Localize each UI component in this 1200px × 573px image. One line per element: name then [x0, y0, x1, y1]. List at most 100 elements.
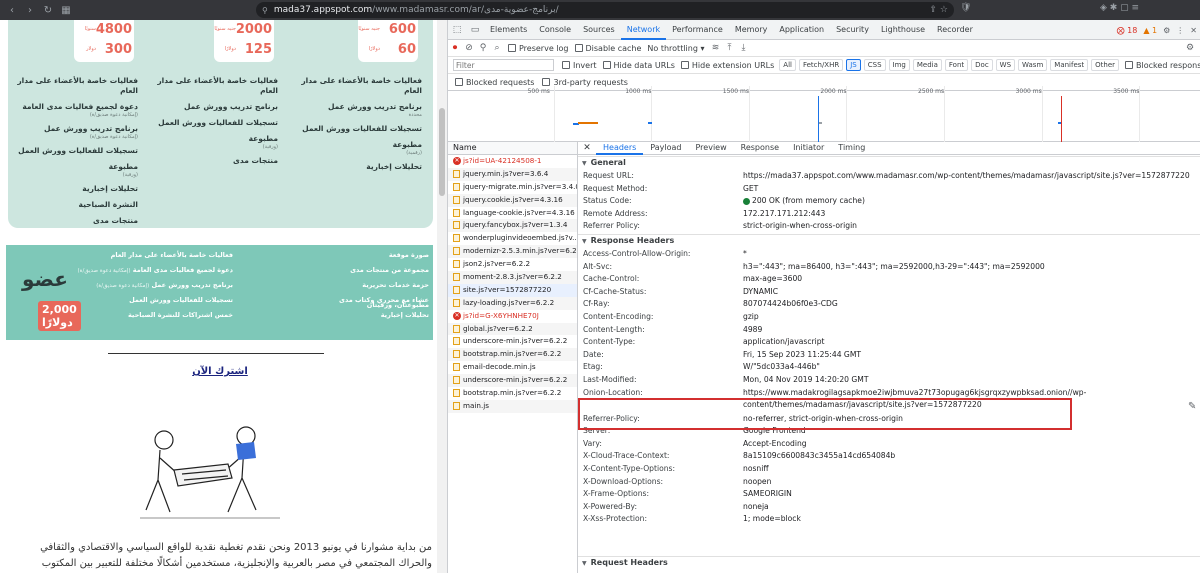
- request-row[interactable]: ✕ js?id=UA-42124508-1: [448, 155, 577, 168]
- network-overview[interactable]: 500 ms 1000 ms 1500 ms 2000 ms 2500 ms 3000 m…: [448, 86, 1200, 142]
- type-filter-js[interactable]: JS: [846, 59, 861, 71]
- edit-icon[interactable]: ✎: [1188, 401, 1196, 412]
- back-icon[interactable]: ‹: [6, 5, 18, 16]
- close-details-icon[interactable]: ✕: [578, 143, 596, 153]
- invert-checkbox[interactable]: Invert: [562, 61, 597, 70]
- header-value[interactable]: nosniff: [743, 463, 769, 476]
- details-tab-timing[interactable]: Timing: [831, 142, 872, 155]
- header-value[interactable]: SAMEORIGIN: [743, 488, 792, 501]
- devtools-tab-network[interactable]: Network: [620, 20, 667, 40]
- devtools-tab-elements[interactable]: Elements: [484, 20, 533, 40]
- header-value[interactable]: 4989: [743, 324, 762, 337]
- request-row[interactable]: wonderpluginvideoembed.js?v...: [448, 232, 577, 245]
- page-scrollbar[interactable]: [437, 20, 447, 573]
- header-value[interactable]: 8a15109c6600843c3455a14cd654084b: [743, 450, 895, 463]
- header-value[interactable]: application/javascript: [743, 336, 825, 349]
- close-devtools-icon[interactable]: ✕: [1190, 26, 1197, 35]
- request-row[interactable]: global.js?ver=6.2.2: [448, 322, 577, 336]
- filter-icon[interactable]: ⚲: [476, 43, 490, 53]
- blocked-cookies-checkbox[interactable]: Blocked response cookies: [1125, 61, 1200, 70]
- header-value[interactable]: W/"5dc033a4-446b": [743, 361, 820, 374]
- type-filter-manifest[interactable]: Manifest: [1050, 59, 1089, 71]
- devtools-tab-application[interactable]: Application: [773, 20, 830, 40]
- header-value[interactable]: Fri, 15 Sep 2023 11:25:44 GMT: [743, 349, 861, 362]
- header-value[interactable]: Mon, 04 Nov 2019 14:20:20 GMT: [743, 374, 868, 387]
- request-row[interactable]: main.js: [448, 399, 577, 413]
- header-value[interactable]: strict-origin-when-cross-origin: [743, 220, 857, 233]
- request-row[interactable]: lazy-loading.js?ver=6.2.2: [448, 296, 577, 310]
- request-row[interactable]: jquery.cookie.js?ver=4.3.16: [448, 193, 577, 207]
- header-value[interactable]: *: [743, 248, 747, 261]
- network-conditions-icon[interactable]: ≋: [709, 43, 723, 53]
- details-tab-headers[interactable]: Headers: [596, 142, 644, 155]
- request-row[interactable]: underscore-min.js?ver=6.2.2: [448, 374, 577, 388]
- header-value[interactable]: 807074424b06f0e3-CDG: [743, 298, 838, 311]
- brave-shield-icon[interactable]: 🛡: [960, 3, 971, 13]
- header-value[interactable]: h3=":443"; ma=86400, h3=":443"; ma=25920…: [743, 261, 1045, 274]
- settings-icon[interactable]: ⚙: [1163, 26, 1170, 35]
- response-section-header[interactable]: ▼ Response Headers: [578, 234, 1200, 246]
- type-filter-img[interactable]: Img: [888, 59, 910, 71]
- extensions-icon[interactable]: ◈ ✱ ▢ ≡: [1100, 3, 1139, 13]
- request-row[interactable]: jquery-migrate.min.js?ver=3.4.0: [448, 181, 577, 194]
- name-column-header[interactable]: Name: [448, 142, 578, 155]
- devtools-tab-security[interactable]: Security: [830, 20, 875, 40]
- address-bar[interactable]: ⚲ mada37.appspot.com /www.madamasr.com/a…: [256, 2, 954, 18]
- header-value[interactable]: noneja: [743, 501, 769, 514]
- devtools-tab-recorder[interactable]: Recorder: [931, 20, 979, 40]
- filter-input[interactable]: [453, 59, 554, 71]
- request-row[interactable]: modernizr-2.5.3.min.js?ver=6.2.2: [448, 245, 577, 259]
- clear-icon[interactable]: ⊘: [462, 43, 476, 53]
- type-filter-css[interactable]: CSS: [863, 59, 886, 71]
- more-options-icon[interactable]: ⋮: [1176, 26, 1184, 35]
- header-value[interactable]: GET: [743, 183, 758, 196]
- request-row[interactable]: json2.js?ver=6.2.2: [448, 258, 577, 271]
- request-row[interactable]: bootstrap.min.js?ver=6.2.2: [448, 387, 577, 400]
- search-icon[interactable]: ⌕: [490, 43, 504, 53]
- share-icon[interactable]: ⇪ ☆: [930, 5, 948, 15]
- type-filter-media[interactable]: Media: [912, 59, 942, 71]
- request-section-header[interactable]: ▼ Request Headers: [578, 556, 1200, 568]
- devtools-tab-lighthouse[interactable]: Lighthouse: [875, 20, 931, 40]
- type-filter-doc[interactable]: Doc: [971, 59, 993, 71]
- network-settings-icon[interactable]: ⚙: [1183, 43, 1197, 53]
- details-tab-payload[interactable]: Payload: [643, 142, 688, 155]
- request-row[interactable]: moment-2.8.3.js?ver=6.2.2: [448, 271, 577, 284]
- header-value[interactable]: max-age=3600: [743, 273, 802, 286]
- general-section-header[interactable]: ▼ General: [578, 156, 1200, 168]
- type-filter-font[interactable]: Font: [944, 59, 969, 71]
- site-info-icon[interactable]: ⚲: [262, 6, 268, 15]
- import-har-icon[interactable]: ⤒: [723, 43, 737, 53]
- hide-extension-urls-checkbox[interactable]: Hide extension URLs: [680, 61, 774, 70]
- devtools-tab-console[interactable]: Console: [533, 20, 577, 40]
- tab-grid-icon[interactable]: ▦: [60, 5, 72, 16]
- request-row[interactable]: site.js?ver=1572877220: [448, 283, 577, 297]
- type-filter-all[interactable]: All: [779, 59, 796, 71]
- request-row[interactable]: bootstrap.min.js?ver=6.2.2: [448, 348, 577, 362]
- forward-icon[interactable]: ›: [24, 5, 36, 16]
- error-count-icon[interactable]: ⨂ 18: [1117, 26, 1138, 35]
- scrollbar-thumb[interactable]: [439, 108, 445, 196]
- details-tab-preview[interactable]: Preview: [689, 142, 734, 155]
- header-value[interactable]: DYNAMIC: [743, 286, 778, 299]
- header-value[interactable]: https://mada37.appspot.com/www.madamasr.…: [743, 170, 1190, 183]
- header-value[interactable]: Accept-Encoding: [743, 438, 807, 451]
- request-row[interactable]: jquery.min.js?ver=3.6.4: [448, 167, 577, 181]
- request-row[interactable]: underscore-min.js?ver=6.2.2: [448, 335, 577, 348]
- devtools-tab-sources[interactable]: Sources: [577, 20, 621, 40]
- export-har-icon[interactable]: ⤓: [737, 43, 751, 53]
- header-value[interactable]: 172.217.171.212:443: [743, 208, 825, 221]
- throttling-select[interactable]: No throttling ▾: [647, 44, 704, 53]
- request-row[interactable]: jquery.fancybox.js?ver=1.3.4: [448, 219, 577, 233]
- warning-count-icon[interactable]: ▲ 1: [1143, 26, 1157, 35]
- record-icon[interactable]: ⏺: [448, 43, 462, 53]
- request-row[interactable]: language-cookie.js?ver=4.3.16: [448, 207, 577, 220]
- header-value[interactable]: 200 OK (from memory cache): [743, 195, 865, 208]
- hide-data-urls-checkbox[interactable]: Hide data URLs: [602, 61, 675, 70]
- disable-cache-checkbox[interactable]: Disable cache: [574, 44, 641, 53]
- type-filter-wasm[interactable]: Wasm: [1018, 59, 1048, 71]
- type-filter-fetchxhr[interactable]: Fetch/XHR: [798, 59, 844, 71]
- details-tab-initiator[interactable]: Initiator: [786, 142, 831, 155]
- devtools-tab-memory[interactable]: Memory: [729, 20, 774, 40]
- inspect-icon[interactable]: ⬚: [448, 25, 466, 35]
